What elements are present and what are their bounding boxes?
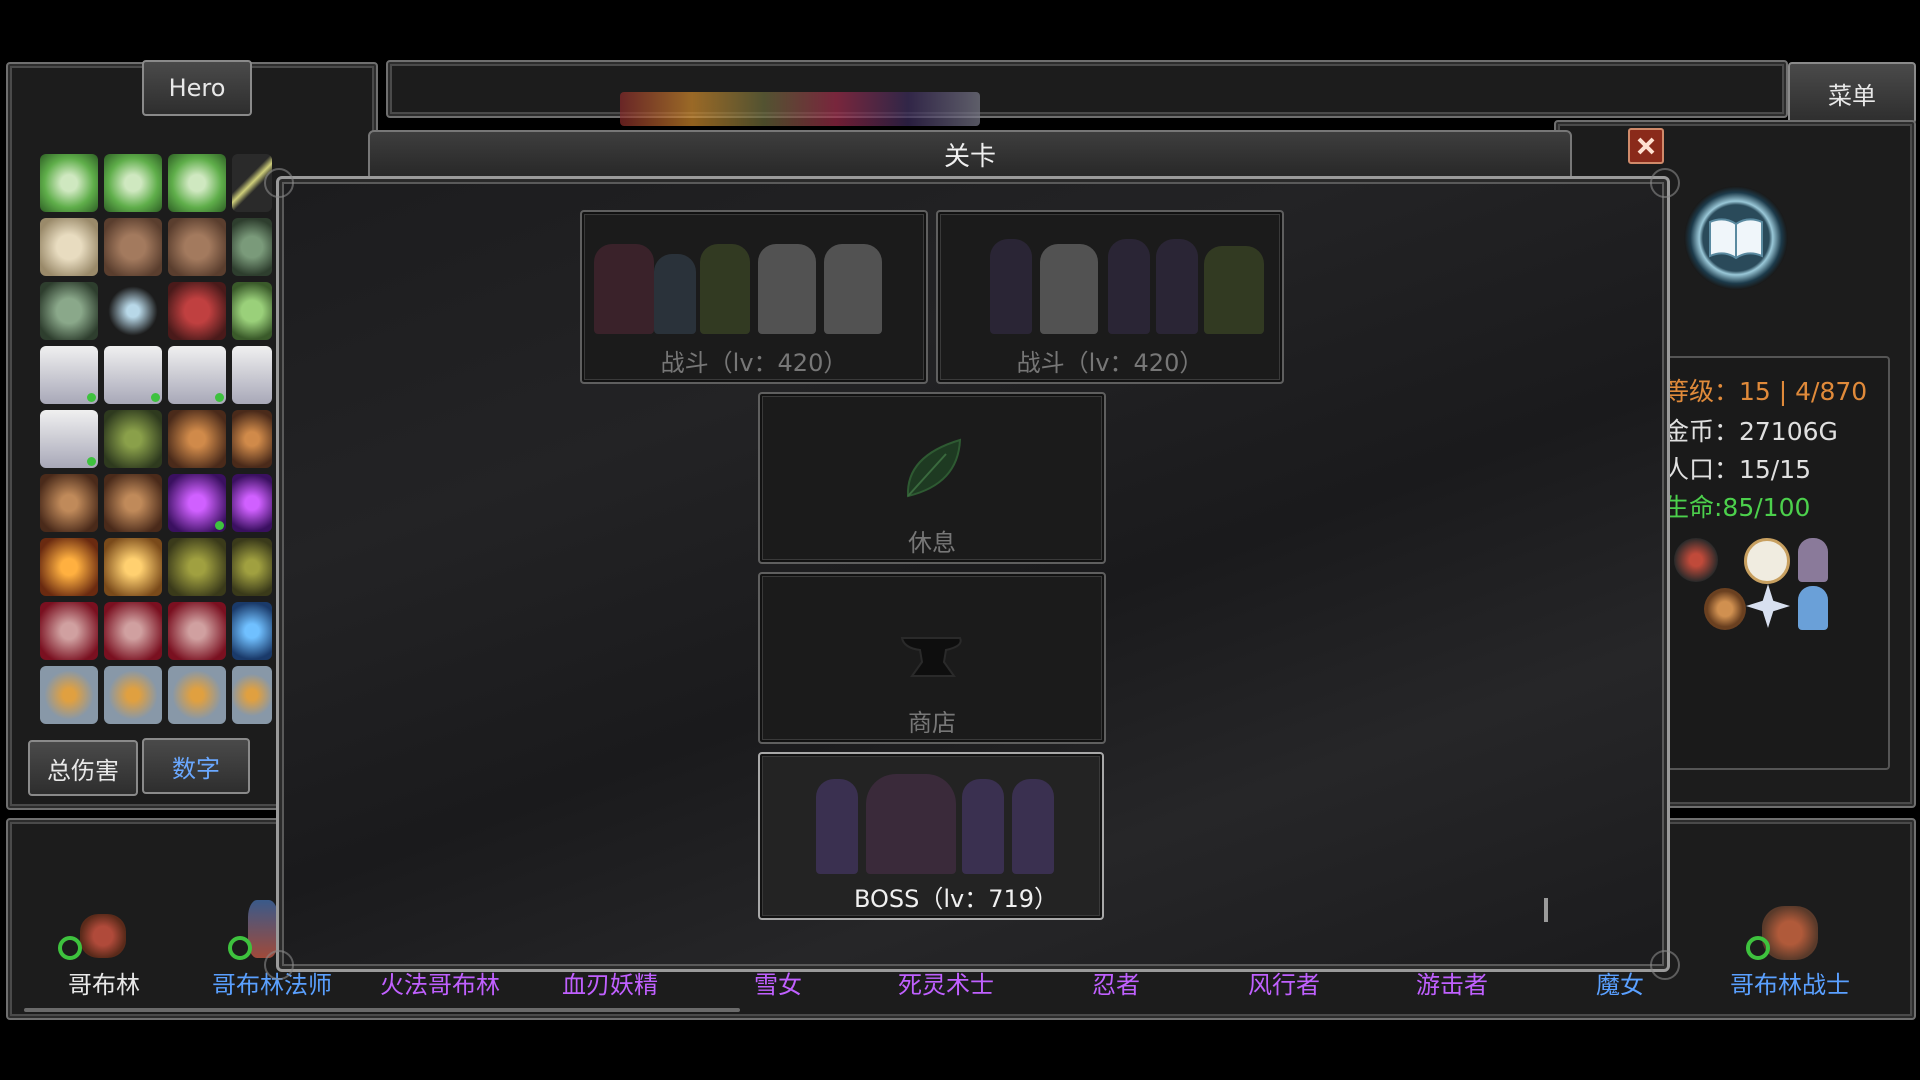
inventory-grid [36, 150, 276, 724]
gold-text: 金币：27106G [1664, 417, 1838, 446]
red-shield-icon[interactable] [168, 282, 226, 340]
roster-scrollbar[interactable] [24, 1008, 740, 1012]
void-portrait-icon[interactable] [168, 474, 226, 532]
spirit-icon[interactable] [1798, 538, 1828, 582]
boss-group-image [800, 760, 1080, 878]
scroll-icon[interactable] [168, 346, 226, 404]
stage-label: BOSS（lv：719） [853, 885, 1059, 913]
blood-portrait-icon[interactable] [40, 602, 98, 660]
life-text: 生命:85/100 [1664, 493, 1811, 522]
scroll-icon[interactable] [104, 346, 162, 404]
dialog-scrollbar[interactable] [1544, 898, 1548, 922]
stage-card-rest[interactable]: 休息 [758, 392, 1106, 564]
hero-tab-button[interactable]: Hero [142, 60, 252, 116]
stage-card-battle[interactable]: 战斗（lv：420） [936, 210, 1284, 384]
axe-icon[interactable] [104, 154, 162, 212]
dialog-title: 关卡 [943, 142, 996, 172]
goblin-sprite [80, 914, 126, 958]
stage-card-boss[interactable]: BOSS（lv：719） [758, 752, 1104, 920]
stage-label: 战斗（lv：420） [1016, 349, 1204, 377]
dragon-portrait-icon[interactable] [168, 666, 226, 724]
relic-icons [1664, 534, 1844, 634]
vine-portrait-icon[interactable] [168, 538, 226, 596]
roster-item-goblin[interactable]: 哥布林 [24, 965, 184, 1000]
battle-strip-units [620, 92, 980, 126]
axe-icon[interactable] [40, 154, 98, 212]
leather-armor-icon[interactable] [168, 218, 226, 276]
enemy-group-image [588, 218, 918, 338]
claw-icon[interactable] [1674, 538, 1718, 582]
warrior-portrait-icon[interactable] [168, 410, 226, 468]
water-spirit-icon[interactable] [1798, 586, 1828, 630]
green-shield-icon[interactable] [232, 282, 272, 340]
blood-portrait-icon[interactable] [104, 602, 162, 660]
vine-portrait-icon[interactable] [232, 538, 272, 596]
star-icon[interactable] [1746, 584, 1790, 628]
scroll-icon[interactable] [40, 346, 98, 404]
total-damage-button[interactable]: 总伤害 [28, 740, 138, 796]
warrior-portrait-icon[interactable] [104, 474, 162, 532]
warrior-portrait-icon[interactable] [40, 474, 98, 532]
warrior-portrait-icon[interactable] [232, 410, 272, 468]
axe-icon[interactable] [168, 154, 226, 212]
population-text: 人口：15/15 [1664, 455, 1812, 484]
ready-ring-icon [228, 936, 252, 960]
dragon-portrait-icon[interactable] [40, 666, 98, 724]
ogre-portrait-icon[interactable] [104, 410, 162, 468]
scroll-icon[interactable] [232, 346, 272, 404]
goblin-mage-sprite [248, 900, 278, 958]
leaf-icon [906, 438, 962, 498]
dragon-portrait-icon[interactable] [104, 666, 162, 724]
stage-card-shop[interactable]: 商店 [758, 572, 1106, 744]
stage-label: 战斗（lv：420） [660, 349, 848, 377]
menu-button[interactable]: 菜单 [1788, 62, 1916, 124]
numbers-button[interactable]: 数字 [142, 738, 250, 794]
ready-ring-icon [1746, 936, 1770, 960]
goblin-warrior-sprite [1762, 906, 1818, 960]
fire-portrait-icon[interactable] [104, 538, 162, 596]
staff-icon[interactable] [104, 282, 162, 340]
roster-item-goblin-warrior[interactable]: 哥布林战士 [1710, 965, 1870, 1000]
stage-label: 商店 [908, 709, 956, 737]
codex-button[interactable] [1684, 186, 1788, 290]
green-armor-icon[interactable] [40, 282, 98, 340]
corner-ornament [264, 168, 294, 198]
stage-label: 休息 [908, 529, 956, 557]
book-icon [1709, 218, 1763, 260]
close-icon [1637, 137, 1655, 155]
anvil-icon [900, 637, 962, 677]
cloth-armor-icon[interactable] [40, 218, 98, 276]
green-armor-icon[interactable] [232, 218, 272, 276]
leather-armor-icon[interactable] [104, 218, 162, 276]
corner-ornament [1650, 950, 1680, 980]
corner-ornament [264, 950, 294, 980]
level-text: 等级：15 | 4/870 [1664, 377, 1868, 406]
corner-ornament [1650, 168, 1680, 198]
fire-portrait-icon[interactable] [40, 538, 98, 596]
sun-icon[interactable] [1704, 588, 1746, 630]
close-button[interactable] [1628, 128, 1664, 164]
blood-portrait-icon[interactable] [168, 602, 226, 660]
dragon-portrait-icon[interactable] [232, 666, 272, 724]
frost-portrait-icon[interactable] [232, 602, 272, 660]
stage-card-battle[interactable]: 战斗（lv：420） [580, 210, 928, 384]
top-battle-strip [386, 60, 1788, 118]
clock-icon[interactable] [1744, 538, 1790, 584]
enemy-group-image [944, 218, 1274, 338]
scroll-icon[interactable] [40, 410, 98, 468]
void-portrait-icon[interactable] [232, 474, 272, 532]
ready-ring-icon [58, 936, 82, 960]
